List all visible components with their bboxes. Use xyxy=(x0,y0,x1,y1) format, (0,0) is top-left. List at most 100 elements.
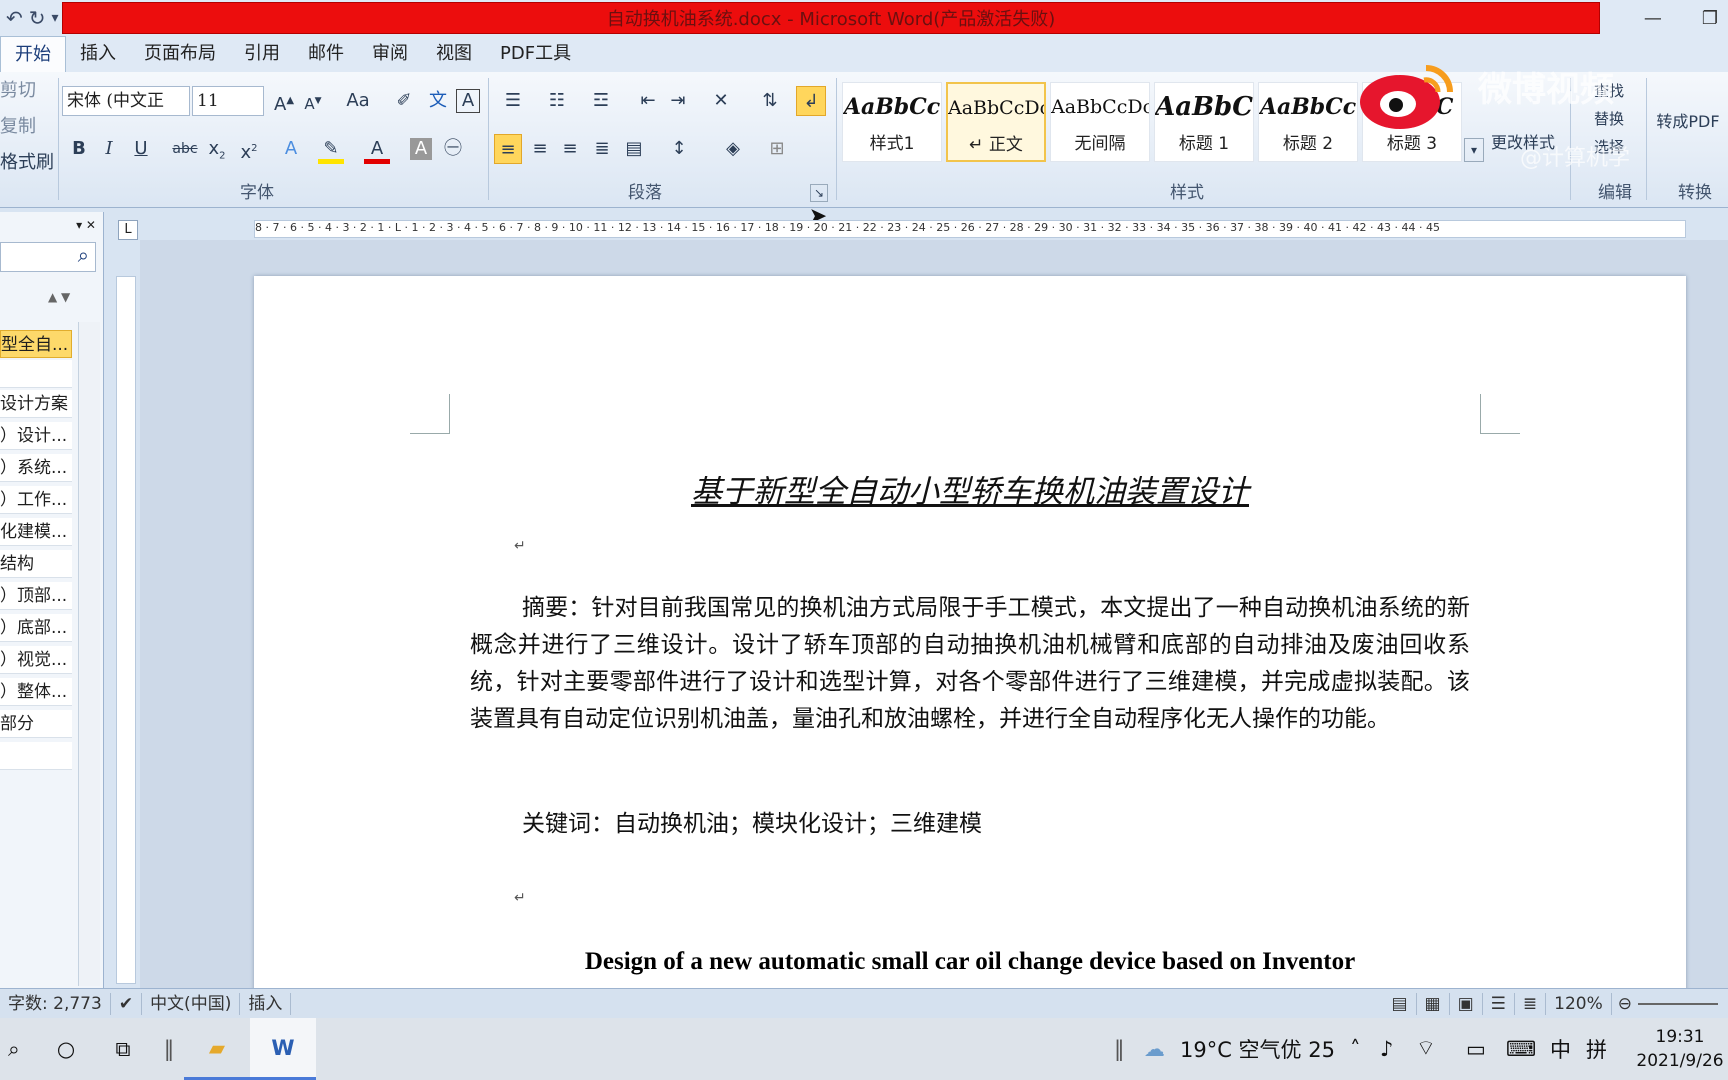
decrease-indent-icon[interactable]: ⇤ xyxy=(634,86,662,116)
show-marks-icon[interactable]: ↲ xyxy=(796,86,826,116)
style-item-normal[interactable]: AaBbCcDc ↵ 正文 xyxy=(946,82,1046,162)
line-spacing-icon[interactable]: ↕ xyxy=(662,134,696,164)
nav-item[interactable]: ）整体... xyxy=(0,678,72,706)
full-screen-icon[interactable]: ▦ xyxy=(1417,992,1450,1015)
file-explorer-icon[interactable]: ▰ xyxy=(184,1018,250,1080)
style-item[interactable]: AaBbC 标题 1 xyxy=(1154,82,1254,162)
strikethrough-button[interactable]: abc xyxy=(170,134,200,164)
highlight-icon[interactable]: ✎ xyxy=(318,134,344,164)
shading-icon[interactable]: ◈ xyxy=(716,134,750,164)
font-color-icon[interactable]: A xyxy=(364,134,390,164)
print-layout-icon[interactable]: ▤ xyxy=(1383,992,1417,1015)
nav-item[interactable]: ）设计... xyxy=(0,422,72,450)
outline-icon[interactable]: ☰ xyxy=(1483,992,1515,1015)
distribute-button[interactable]: ▤ xyxy=(620,134,648,164)
keyboard-icon[interactable]: ⌨ xyxy=(1506,1037,1550,1061)
style-item[interactable]: AaBbCc 样式1 xyxy=(842,82,942,162)
chinese-layout-icon[interactable]: ✕ xyxy=(704,86,738,116)
subscript-button[interactable]: x2 xyxy=(204,134,230,164)
grow-font-icon[interactable]: A▲ xyxy=(270,86,298,116)
undo-icon[interactable]: ↶ xyxy=(6,6,23,30)
cortana-icon[interactable]: ○ xyxy=(40,1037,92,1061)
nav-scrollbar[interactable] xyxy=(78,322,100,986)
web-layout-icon[interactable]: ▣ xyxy=(1450,992,1483,1015)
minimize-icon[interactable]: — xyxy=(1644,8,1662,29)
style-item[interactable]: AaBbCcDc 无间隔 xyxy=(1050,82,1150,162)
align-center-button[interactable]: ≡ xyxy=(526,134,554,164)
bold-button[interactable]: B xyxy=(66,134,92,164)
language-indicator[interactable]: 中文(中国) xyxy=(142,992,241,1015)
redo-icon[interactable]: ↻ xyxy=(29,6,46,30)
tab-review[interactable]: 审阅 xyxy=(358,36,422,72)
style-item[interactable]: AaBbCc 标题 2 xyxy=(1258,82,1358,162)
tab-view[interactable]: 视图 xyxy=(422,36,486,72)
ime-indicator[interactable]: 中 xyxy=(1550,1034,1586,1064)
horizontal-ruler[interactable]: 8 · 7 · 6 · 5 · 4 · 3 · 2 · 1 · L · 1 · … xyxy=(254,220,1686,238)
zoom-slider[interactable] xyxy=(1638,1002,1718,1005)
nav-item[interactable]: 设计方案 xyxy=(0,390,72,418)
bullets-icon[interactable]: ☰ xyxy=(496,86,530,116)
nav-item[interactable]: 型全自... xyxy=(0,330,72,358)
battery-icon[interactable]: ▭ xyxy=(1466,1037,1506,1061)
nav-item[interactable]: ）顶部... xyxy=(0,582,72,610)
nav-item[interactable]: 结构 xyxy=(0,550,72,578)
underline-button[interactable]: U xyxy=(128,134,154,164)
search-icon[interactable]: ⌕ xyxy=(0,1037,40,1062)
maximize-icon[interactable]: ❐ xyxy=(1702,8,1718,29)
copy-button[interactable]: 复制 xyxy=(0,112,40,142)
zoom-out-icon[interactable]: ⊖ xyxy=(1612,994,1638,1014)
zoom-level[interactable]: 120% xyxy=(1546,992,1612,1015)
document-page[interactable]: 基于新型全自动小型轿车换机油装置设计 ↵ 摘要：针对目前我国常见的换机油方式局限… xyxy=(254,276,1686,1016)
proofing-icon[interactable]: ✔ xyxy=(111,992,143,1015)
nav-item[interactable]: ）视觉... xyxy=(0,646,72,674)
char-shading-icon[interactable]: A xyxy=(410,138,432,160)
enclose-char-icon[interactable]: ㊀ xyxy=(440,134,466,164)
nav-item[interactable] xyxy=(0,360,72,388)
nav-item[interactable]: 部分 xyxy=(0,710,72,738)
char-border-icon[interactable]: A xyxy=(456,89,480,113)
format-painter-button[interactable]: 格式刷 xyxy=(0,148,56,178)
nav-close-icon[interactable]: ▾ ✕ xyxy=(0,218,104,236)
superscript-button[interactable]: x2 xyxy=(236,134,262,164)
tray-expand-icon[interactable]: ˄ xyxy=(1350,1037,1380,1061)
nav-up-down-icon[interactable]: ▲ ▼ xyxy=(48,290,70,304)
tab-home[interactable]: 开始 xyxy=(0,36,66,72)
weather-status[interactable]: 19°C 空气优 25 xyxy=(1180,1034,1350,1064)
task-view-icon[interactable]: ⧉ xyxy=(92,1037,154,1062)
nav-item[interactable]: ）底部... xyxy=(0,614,72,642)
font-name-select[interactable]: 宋体 (中文正 xyxy=(62,86,190,116)
nav-item[interactable]: 化建模... xyxy=(0,518,72,546)
multilevel-list-icon[interactable]: ☲ xyxy=(584,86,618,116)
increase-indent-icon[interactable]: ⇥ xyxy=(664,86,692,116)
customize-qat-icon[interactable]: ▾ xyxy=(52,10,59,26)
nav-item[interactable]: ）系统... xyxy=(0,454,72,482)
font-size-select[interactable]: 11 xyxy=(192,86,264,116)
search-icon[interactable]: ⌕ xyxy=(0,242,96,272)
tab-pdf-tools[interactable]: PDF工具 xyxy=(486,36,585,72)
change-case-icon[interactable]: Aa xyxy=(340,86,376,116)
align-left-button[interactable]: ≡ xyxy=(494,134,522,164)
paragraph-dialog-launcher[interactable]: ↘ xyxy=(810,184,828,202)
text-effects-icon[interactable]: A xyxy=(278,134,304,164)
nav-item[interactable] xyxy=(0,742,72,770)
ime-mode[interactable]: 拼 xyxy=(1586,1034,1632,1064)
italic-button[interactable]: I xyxy=(96,134,122,164)
volume-icon[interactable]: ♪ xyxy=(1380,1037,1416,1061)
shrink-font-icon[interactable]: A▼ xyxy=(300,86,326,116)
borders-icon[interactable]: ⊞ xyxy=(760,134,794,164)
insert-mode[interactable]: 插入 xyxy=(240,992,292,1015)
align-right-button[interactable]: ≡ xyxy=(556,134,584,164)
numbering-icon[interactable]: ☷ xyxy=(540,86,574,116)
vertical-ruler[interactable] xyxy=(116,276,136,984)
cut-button[interactable]: 剪切 xyxy=(0,76,40,106)
styles-more-icon[interactable]: ▾ xyxy=(1464,138,1484,162)
sort-icon[interactable]: ⇅ xyxy=(756,86,784,116)
phonetic-guide-icon[interactable]: 文 xyxy=(424,86,452,116)
tab-references[interactable]: 引用 xyxy=(230,36,294,72)
clock[interactable]: 19:31 2021/9/26 xyxy=(1632,1025,1728,1073)
tab-selector[interactable]: L xyxy=(118,220,138,240)
clear-format-icon[interactable]: ✐ xyxy=(390,86,418,116)
tab-insert[interactable]: 插入 xyxy=(66,36,130,72)
nav-item[interactable]: ）工作... xyxy=(0,486,72,514)
network-icon[interactable]: ⌔ xyxy=(1416,1036,1466,1062)
